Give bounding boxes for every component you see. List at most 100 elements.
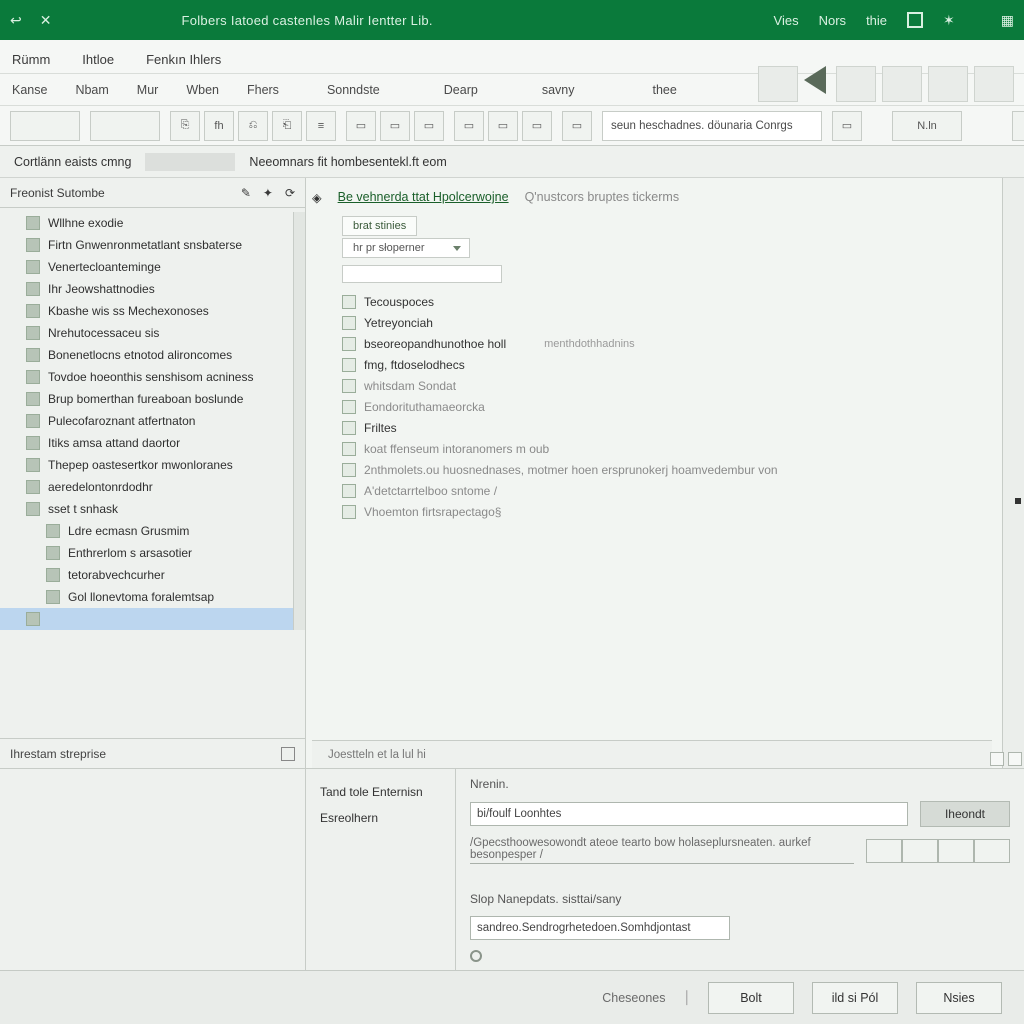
tree-item-18[interactable] (0, 608, 293, 630)
tree-item-9[interactable]: Pulecofaroznant atfertnaton (0, 410, 293, 432)
menu-item-2[interactable]: Fenkın Ihlers (146, 52, 221, 73)
tool-btn-5[interactable]: ⎗ (272, 111, 302, 141)
tree-item-17[interactable]: Gol llonevtoma foralemtsap (0, 586, 293, 608)
minitab-b[interactable]: hr pr słoperner (342, 238, 470, 258)
doc-row-8[interactable]: 2nthmolets.ou huosnednases, motmer hoen … (342, 459, 992, 480)
tree-item-2[interactable]: Venertecloanteminge (0, 256, 293, 278)
tool-btn-8[interactable]: ▭ (380, 111, 410, 141)
tree-item-6[interactable]: Bonenetlocns etnotod alironcomes (0, 344, 293, 366)
doc-row-6[interactable]: Friltes (342, 417, 992, 438)
tab-1[interactable]: Nbam (75, 83, 108, 97)
path-btn-0[interactable] (866, 839, 902, 863)
doc-row-10[interactable]: Vhoemton firtsrapectago§ (342, 501, 992, 522)
titlebar-item-0[interactable]: Vies (774, 13, 799, 28)
toolbar-search[interactable]: seun heschadnes. döunaria Conrgs (602, 111, 822, 141)
breadcrumb-seg-0[interactable]: Cortlänn eaists cmng (14, 155, 131, 169)
tree-scrollbar[interactable] (293, 212, 305, 630)
thumb-2[interactable] (882, 66, 922, 102)
tree-tool-2[interactable]: ⟳ (285, 186, 295, 200)
tree-item-14[interactable]: Ldre ecmasn Grusmim (0, 520, 293, 542)
tree-item-7[interactable]: Tovdoe hoeonthis senshisom acniness (0, 366, 293, 388)
tree-tool-0[interactable]: ✎ (241, 186, 251, 200)
tool-btn-4[interactable]: ⎌ (238, 111, 268, 141)
tool-btn-12[interactable]: ▭ (522, 111, 552, 141)
tree-tool-1[interactable]: ✦ (263, 186, 273, 200)
maximize-icon[interactable] (907, 12, 923, 28)
tool-btn-9[interactable]: ▭ (414, 111, 444, 141)
tool-btn-6[interactable]: ≡ (306, 111, 336, 141)
scroll-btn-b[interactable] (1008, 752, 1022, 766)
doc-row-0[interactable]: Tecouspoces (342, 291, 992, 312)
titlebar-item-2[interactable]: thie (866, 13, 887, 28)
tab-3[interactable]: Wben (186, 83, 219, 97)
doc-row-1[interactable]: Yetreyonciah (342, 312, 992, 333)
section-input[interactable] (470, 916, 730, 940)
tool-btn-3[interactable]: fh (204, 111, 234, 141)
thumb-4[interactable] (974, 66, 1014, 102)
tab-0[interactable]: Kanse (12, 83, 47, 97)
tab-8[interactable]: thee (652, 83, 676, 97)
content-crumb-active[interactable]: Be vehnerda ttat Hpolcerwojne (338, 190, 509, 204)
doc-row-3[interactable]: fmg, ftdoselodhecs (342, 354, 992, 375)
edit-button[interactable]: Bolt (708, 982, 794, 1014)
tool-btn-11[interactable]: ▭ (488, 111, 518, 141)
tool-btn-1[interactable] (90, 111, 160, 141)
name-input[interactable] (470, 802, 908, 826)
detail-tab-b[interactable]: Esreolhern (320, 805, 441, 831)
thumb-1[interactable] (836, 66, 876, 102)
thumb-0[interactable] (758, 66, 798, 102)
tool-btn-10[interactable]: ▭ (454, 111, 484, 141)
tree-item-5[interactable]: Nrehutocessaceu sis (0, 322, 293, 344)
tree-item-11[interactable]: Thepep oastesertkor mwonloranes (0, 454, 293, 476)
path-btn-3[interactable] (974, 839, 1010, 863)
menu-item-1[interactable]: Ihtloe (82, 52, 114, 73)
more-button[interactable]: Nsies (916, 982, 1002, 1014)
thumb-3[interactable] (928, 66, 968, 102)
doc-row-7[interactable]: koat ffenseum intoranomers m oub (342, 438, 992, 459)
settings-icon[interactable]: ✶ (943, 12, 955, 29)
tree-footer-toggle[interactable] (281, 747, 295, 761)
content-subfield[interactable] (342, 265, 502, 283)
tab-2[interactable]: Mur (137, 83, 159, 97)
tab-6[interactable]: Dearp (444, 83, 478, 97)
doc-row-5[interactable]: Eondorituthamaeorcka (342, 396, 992, 417)
tree-item-13[interactable]: sset t snhask (0, 498, 293, 520)
tool-btn-0[interactable] (10, 111, 80, 141)
arrow-left-icon[interactable] (804, 66, 826, 94)
minitab-a[interactable]: brat stinies (342, 216, 417, 236)
tab-4[interactable]: Fhers (247, 83, 279, 97)
action-link[interactable]: Cheseones (602, 991, 665, 1005)
grid-icon[interactable]: ▦ (1001, 12, 1014, 29)
scroll-btn-a[interactable] (990, 752, 1004, 766)
back-icon[interactable]: ↩ (10, 12, 22, 29)
tree-item-0[interactable]: Wllhne exodie (0, 212, 293, 234)
tree-item-1[interactable]: Firtn Gnwenronmetatlant snsbaterse (0, 234, 293, 256)
tool-btn-7[interactable]: ▭ (346, 111, 376, 141)
tool-btn-2[interactable]: ⎘ (170, 111, 200, 141)
doc-row-4[interactable]: whitsdam Sondat (342, 375, 992, 396)
menu-item-0[interactable]: Rümm (12, 52, 50, 73)
titlebar-item-1[interactable]: Nors (819, 13, 846, 28)
tab-5[interactable]: Sonndste (327, 83, 380, 97)
tree-item-4[interactable]: Kbashe wis ss Mechexonoses (0, 300, 293, 322)
tree-item-8[interactable]: Brup bomerthan fureaboan boslunde (0, 388, 293, 410)
tab-7[interactable]: savny (542, 83, 575, 97)
apply-button[interactable]: ild si Pól (812, 982, 898, 1014)
doc-row-2[interactable]: bseoreopandhunothoe hollmenthdothhadnins (342, 333, 992, 354)
detail-tab-a[interactable]: Tand tole Enternisn (320, 779, 441, 805)
tree-item-16[interactable]: tetorabvechcurher (0, 564, 293, 586)
path-btn-1[interactable] (902, 839, 938, 863)
doc-row-9[interactable]: A'detctarrtelboo sntome / (342, 480, 992, 501)
tree-item-10[interactable]: Itiks amsa attand daortor (0, 432, 293, 454)
path-btn-2[interactable] (938, 839, 974, 863)
radio-option[interactable] (470, 950, 482, 962)
breadcrumb-field[interactable] (145, 153, 235, 171)
tool-btn-16[interactable]: iera (1012, 111, 1024, 141)
search-button[interactable]: Iheondt (920, 801, 1010, 827)
tree-item-15[interactable]: Enthrerlom s arsasotier (0, 542, 293, 564)
tree-item-12[interactable]: aeredelontonrdodhr (0, 476, 293, 498)
tool-btn-13[interactable]: ▭ (562, 111, 592, 141)
tree-item-3[interactable]: Ihr Jeowshattnodies (0, 278, 293, 300)
tool-btn-15[interactable]: N.ln (892, 111, 962, 141)
tool-btn-14[interactable]: ▭ (832, 111, 862, 141)
